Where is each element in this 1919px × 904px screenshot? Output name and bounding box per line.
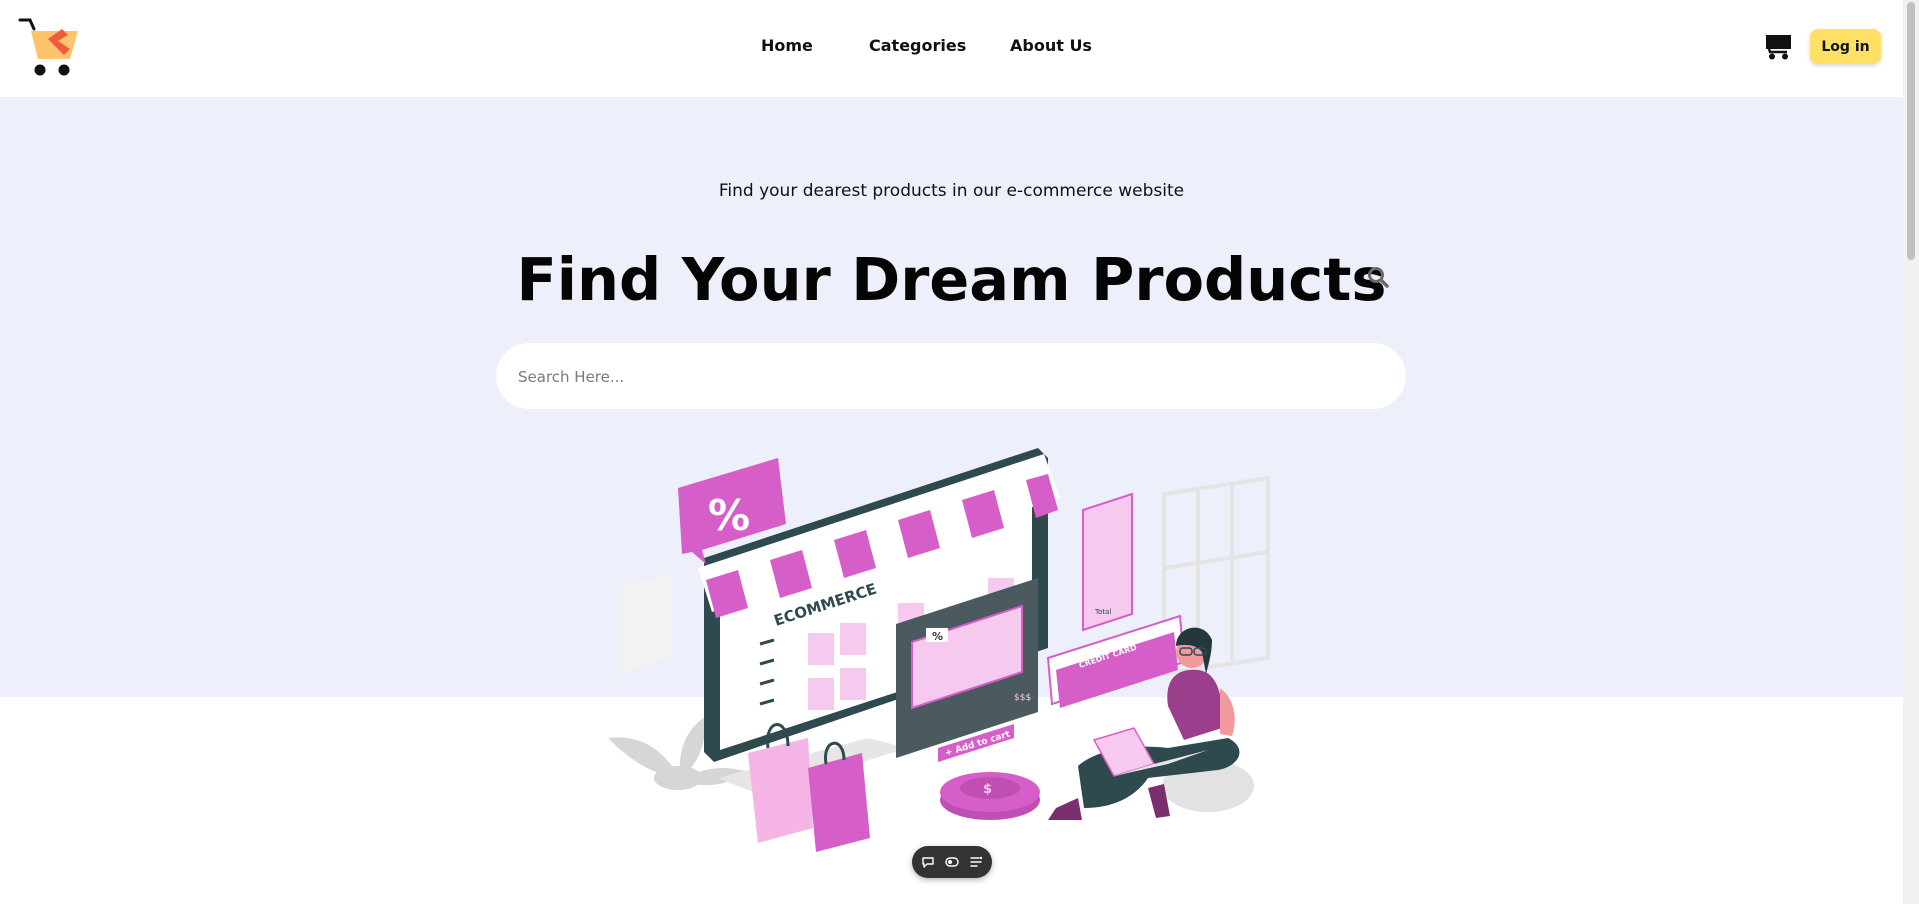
page: Home Categories About Us Log in Find you… [0,0,1903,904]
toggle-view-icon[interactable] [944,854,960,870]
shopping-cart-icon[interactable] [1760,30,1792,60]
nav-categories-link[interactable]: Categories [869,36,966,55]
hero-title: Find Your Dream Products [516,245,1387,314]
scrollbar-thumb[interactable] [1907,2,1915,260]
search-bar [496,343,1406,411]
list-menu-icon[interactable] [968,854,984,870]
search-icon[interactable] [1367,266,1389,288]
ecommerce-illustration: ECOMMERCE % $$$ + Add to cart Total CRED… [608,448,1270,852]
hero-subtitle: Find your dearest products in our e-comm… [718,181,1185,201]
svg-text:%: % [932,630,943,643]
illustration-price: $$$ [1014,693,1031,703]
site-header: Home Categories About Us Log in [0,0,1903,97]
comment-icon[interactable] [920,854,936,870]
page-scrollbar[interactable] [1903,0,1919,904]
illustration-total: Total [1094,608,1111,616]
svg-text:$: $ [983,782,992,797]
main-nav: Home Categories About Us [0,36,1903,60]
nav-about-link[interactable]: About Us [1010,36,1092,55]
search-input[interactable] [516,343,1340,411]
nav-home-link[interactable]: Home [761,36,813,55]
floating-toolbar [912,846,992,878]
login-button[interactable]: Log in [1810,29,1881,64]
svg-text:%: % [708,491,750,540]
